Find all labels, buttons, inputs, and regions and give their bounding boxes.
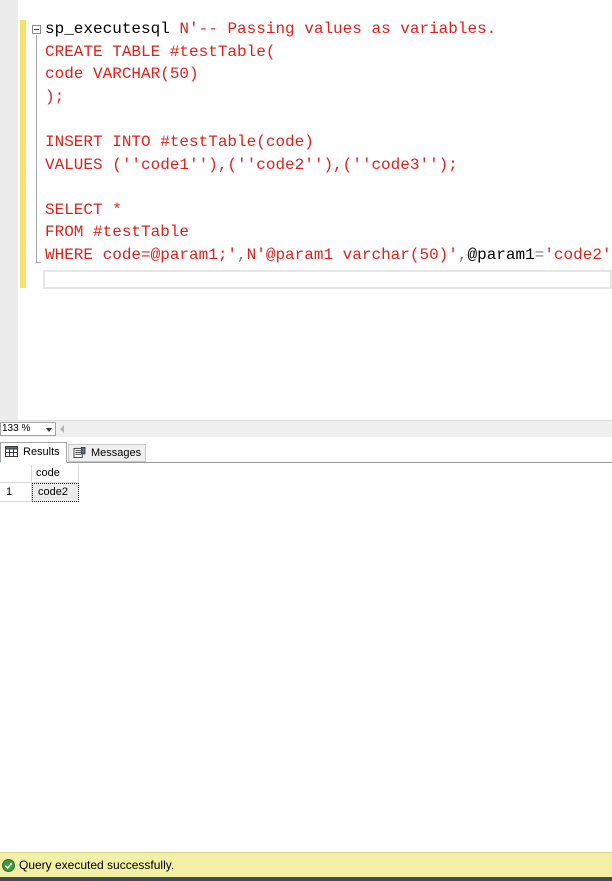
zoom-value: 133 % bbox=[2, 423, 31, 434]
current-line-highlight bbox=[43, 270, 612, 289]
editor-zoom-bar: 133 % bbox=[0, 420, 612, 437]
result-tabs: Results Messages bbox=[0, 437, 612, 463]
code-line[interactable]: FROM #testTable bbox=[45, 221, 612, 244]
outline-guide bbox=[36, 35, 37, 263]
tab-messages[interactable]: Messages bbox=[68, 444, 146, 462]
code-line[interactable]: SELECT * bbox=[45, 199, 612, 222]
code-line[interactable]: code VARCHAR(50) bbox=[45, 63, 612, 86]
tab-results[interactable]: Results bbox=[0, 442, 67, 463]
code-token: N'-- Passing values as variables. bbox=[169, 20, 497, 38]
code-token: N'@param1 varchar(50)' bbox=[246, 245, 458, 264]
grid-icon bbox=[5, 446, 18, 457]
zoom-dropdown[interactable]: 133 % bbox=[0, 422, 56, 436]
code-token: , bbox=[237, 245, 247, 264]
results-grid[interactable]: code 1 code2 bbox=[0, 463, 612, 863]
code-token: @param1 bbox=[467, 245, 535, 264]
code-token: WHERE code=@param1;' bbox=[45, 245, 238, 264]
code-token: INSERT INTO #testTable(code) bbox=[45, 132, 314, 151]
row-number[interactable]: 1 bbox=[0, 483, 32, 502]
code-token: 'code2' bbox=[544, 245, 612, 264]
code-line[interactable]: sp_executesql N'-- Passing values as var… bbox=[45, 18, 612, 41]
code-line[interactable]: INSERT INTO #testTable(code) bbox=[45, 131, 612, 154]
change-tracking-bar bbox=[20, 20, 26, 288]
code-token: = bbox=[534, 245, 545, 264]
code-line[interactable]: WHERE code=@param1;',N'@param1 varchar(5… bbox=[45, 244, 612, 267]
tab-results-label: Results bbox=[23, 446, 60, 458]
editor-gutter bbox=[0, 0, 18, 420]
tab-messages-label: Messages bbox=[91, 447, 142, 459]
code-line[interactable] bbox=[45, 108, 612, 131]
grid-cell[interactable]: code2 bbox=[32, 483, 79, 502]
code-line[interactable]: VALUES (''code1''),(''code2''),(''code3'… bbox=[45, 154, 612, 177]
code-token: sp_executesql bbox=[45, 20, 170, 38]
code-token: SELECT * bbox=[45, 200, 122, 219]
code-token: code VARCHAR(50) bbox=[45, 65, 199, 84]
outline-guide-end bbox=[36, 262, 41, 263]
code-token: ); bbox=[45, 87, 65, 106]
code-token: VALUES (''code1''),(''code2''),(''code3'… bbox=[45, 155, 458, 174]
code-token: FROM #testTable bbox=[45, 223, 190, 242]
status-bar: Query executed successfully. bbox=[0, 852, 612, 877]
code-line[interactable] bbox=[45, 176, 612, 199]
collapse-toggle-icon[interactable] bbox=[32, 25, 41, 34]
query-editor[interactable]: sp_executesql N'-- Passing values as var… bbox=[0, 0, 612, 420]
sql-code[interactable]: sp_executesql N'-- Passing values as var… bbox=[45, 18, 612, 267]
grid-corner[interactable] bbox=[0, 465, 32, 483]
status-message: Query executed successfully. bbox=[19, 858, 175, 872]
code-line[interactable]: ); bbox=[45, 86, 612, 109]
column-header[interactable]: code bbox=[32, 465, 79, 483]
code-line[interactable]: CREATE TABLE #testTable( bbox=[45, 41, 612, 64]
scroll-left-icon[interactable] bbox=[60, 425, 64, 433]
window-bottom-edge bbox=[0, 877, 612, 881]
messages-icon bbox=[73, 447, 86, 458]
success-check-icon bbox=[2, 859, 15, 872]
chevron-down-icon bbox=[46, 428, 52, 432]
code-token: CREATE TABLE #testTable( bbox=[45, 42, 276, 61]
